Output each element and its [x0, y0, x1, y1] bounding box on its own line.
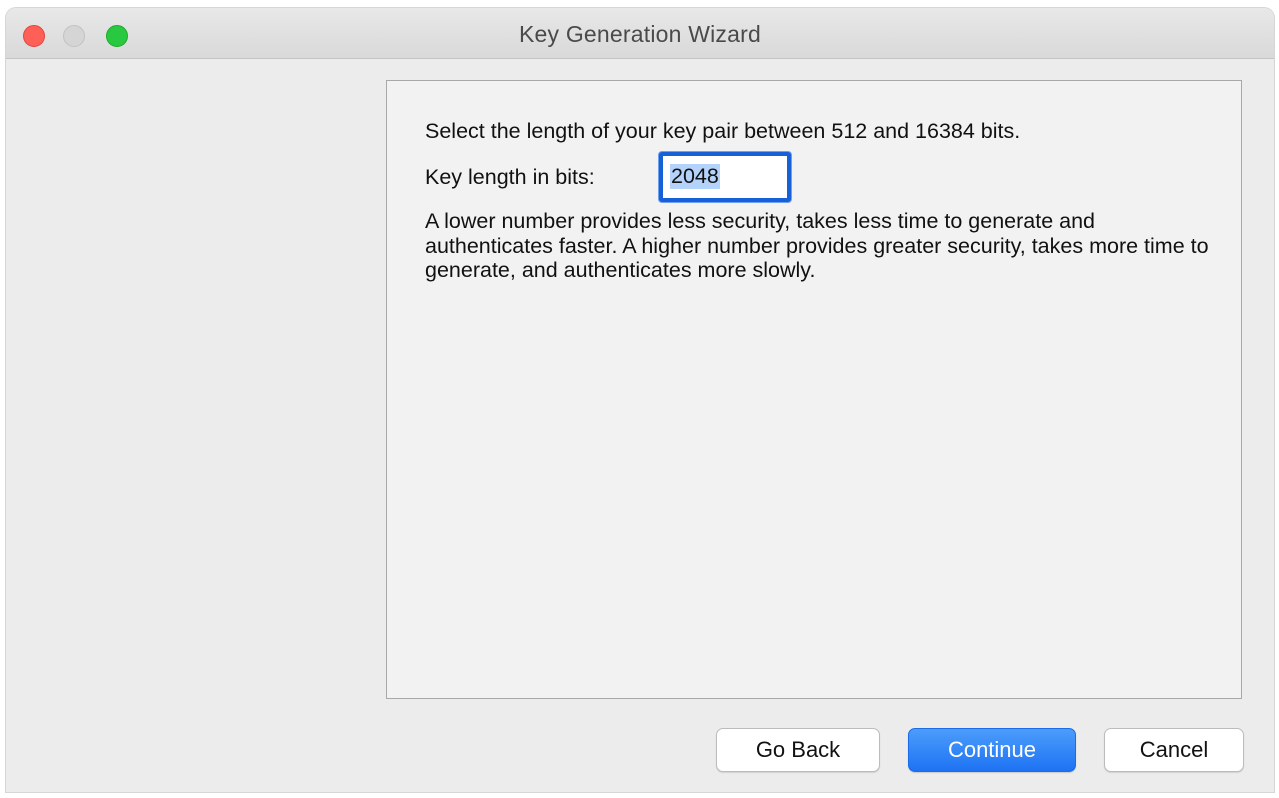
- go-back-button[interactable]: Go Back: [716, 728, 880, 772]
- key-length-label: Key length in bits:: [425, 165, 595, 189]
- key-length-input[interactable]: 2048: [659, 152, 791, 202]
- side-panel: [6, 59, 384, 699]
- cancel-button[interactable]: Cancel: [1104, 728, 1244, 772]
- window-title: Key Generation Wizard: [519, 21, 761, 47]
- key-length-value[interactable]: 2048: [670, 164, 720, 189]
- wizard-content-panel: Select the length of your key pair betwe…: [386, 80, 1242, 699]
- key-generation-wizard-window: Key Generation Wizard Select the length …: [6, 8, 1274, 792]
- instruction-text: Select the length of your key pair betwe…: [425, 119, 1021, 143]
- continue-button[interactable]: Continue: [908, 728, 1076, 772]
- title-bar[interactable]: Key Generation Wizard: [6, 8, 1274, 59]
- key-length-description: A lower number provides less security, t…: [425, 209, 1209, 282]
